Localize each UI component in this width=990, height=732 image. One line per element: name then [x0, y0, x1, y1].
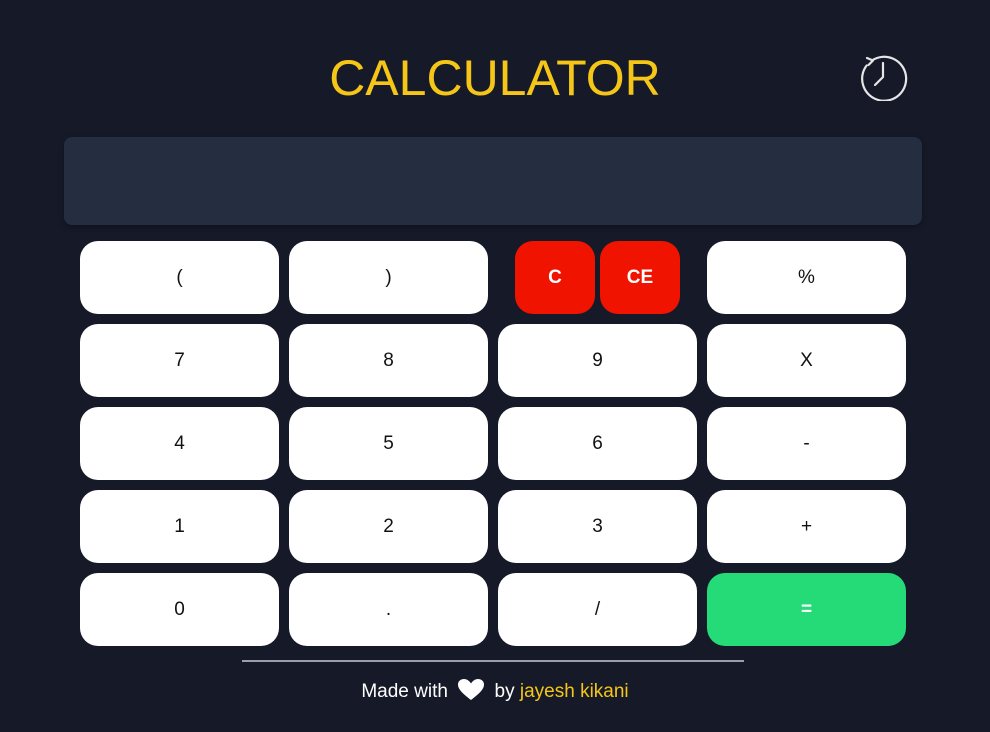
digit-9-button[interactable]: 9 [498, 324, 697, 397]
digit-8-button[interactable]: 8 [289, 324, 488, 397]
close-paren-button[interactable]: ) [289, 241, 488, 314]
calculator-display [64, 137, 922, 225]
clear-button[interactable]: C [515, 241, 595, 314]
history-button[interactable] [858, 51, 908, 102]
author-link[interactable]: jayesh kikani [520, 681, 629, 702]
digit-3-button[interactable]: 3 [498, 490, 697, 563]
minus-button[interactable]: - [707, 407, 906, 480]
footer-credit: Made with by jayesh kikani [0, 678, 990, 710]
digit-1-button[interactable]: 1 [80, 490, 279, 563]
plus-button[interactable]: + [707, 490, 906, 563]
decimal-point-button[interactable]: . [289, 573, 488, 646]
footer-by-text: by [494, 681, 515, 702]
digit-2-button[interactable]: 2 [289, 490, 488, 563]
percent-button[interactable]: % [707, 241, 906, 314]
clear-entry-button[interactable]: CE [600, 241, 680, 314]
footer-made-with-text: Made with [361, 681, 448, 702]
digit-0-button[interactable]: 0 [80, 573, 279, 646]
open-paren-button[interactable]: ( [80, 241, 279, 314]
heart-icon [457, 678, 485, 710]
equals-button[interactable]: = [707, 573, 906, 646]
history-clock-icon [861, 55, 908, 102]
digit-4-button[interactable]: 4 [80, 407, 279, 480]
digit-6-button[interactable]: 6 [498, 407, 697, 480]
divide-button[interactable]: / [498, 573, 697, 646]
digit-7-button[interactable]: 7 [80, 324, 279, 397]
footer-divider [242, 660, 744, 662]
page-title: CALCULATOR [329, 50, 661, 106]
multiply-button[interactable]: X [707, 324, 906, 397]
digit-5-button[interactable]: 5 [289, 407, 488, 480]
calculator-app: CALCULATOR ( ) C CE % 7 8 9 X 4 5 6 - 1 … [0, 0, 990, 732]
